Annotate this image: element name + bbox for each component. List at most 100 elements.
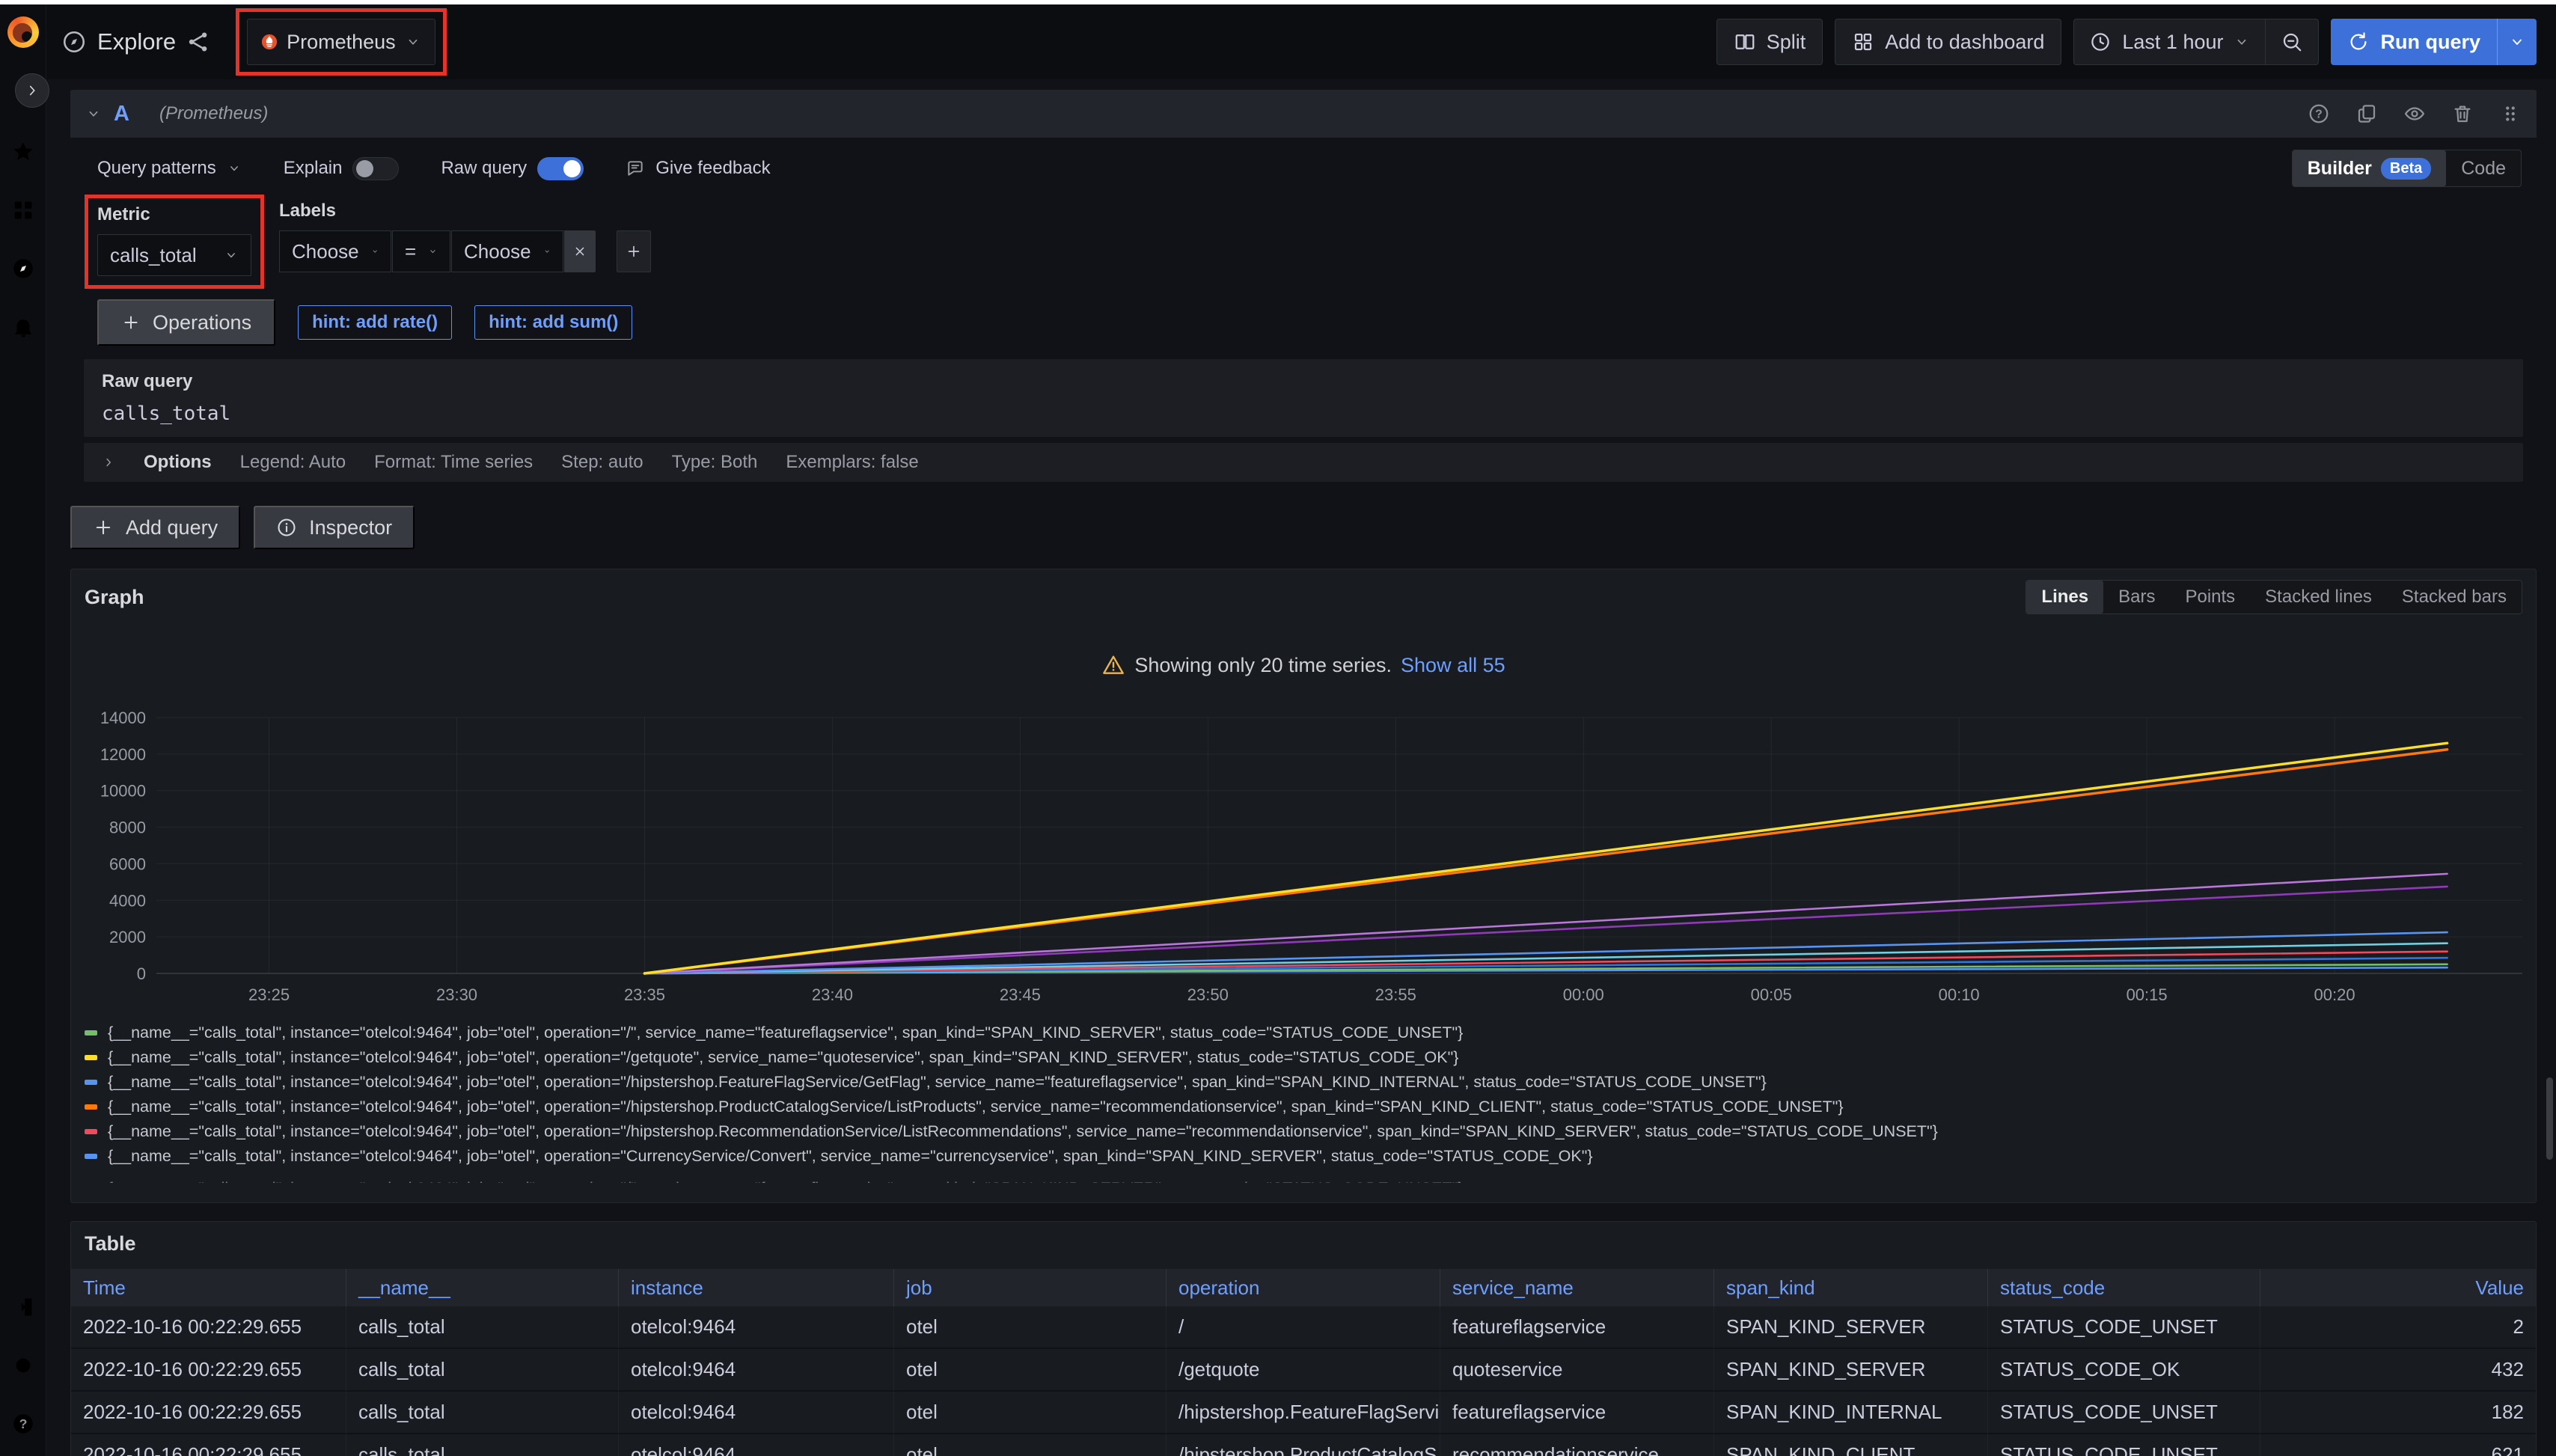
legend-item[interactable]: {__name__="calls_total", instance="otelc… bbox=[85, 1045, 2522, 1070]
info-circle-icon bbox=[276, 517, 297, 538]
legend-item[interactable]: {__name__="calls_total", instance="otelc… bbox=[85, 1176, 2522, 1183]
graph-mode-stacked-lines[interactable]: Stacked lines bbox=[2250, 581, 2387, 614]
explore-content: A (Prometheus) Query patterns bbox=[46, 79, 2556, 1456]
grafana-logo[interactable] bbox=[7, 16, 39, 48]
duplicate-query-icon[interactable] bbox=[2355, 103, 2378, 125]
sidebar-expand-button[interactable] bbox=[15, 73, 49, 108]
add-query-button[interactable]: Add query bbox=[70, 506, 240, 549]
explain-toggle[interactable] bbox=[352, 157, 399, 180]
drag-handle-icon[interactable] bbox=[2499, 103, 2522, 125]
table-cell: /getquote bbox=[1167, 1349, 1440, 1392]
raw-query-toggle[interactable] bbox=[537, 157, 584, 180]
svg-text:00:15: 00:15 bbox=[2127, 985, 2168, 1004]
query-help-icon[interactable] bbox=[2308, 103, 2330, 125]
alerting-bell-icon[interactable] bbox=[10, 314, 36, 340]
column-header-job[interactable]: job bbox=[894, 1269, 1167, 1306]
query-editor: A (Prometheus) Query patterns bbox=[70, 90, 2537, 492]
legend-label: {__name__="calls_total", instance="otelc… bbox=[108, 1179, 1463, 1183]
share-icon[interactable] bbox=[186, 29, 212, 55]
table-cell: STATUS_CODE_OK bbox=[1988, 1349, 2260, 1392]
run-query-button[interactable]: Run query bbox=[2331, 19, 2497, 65]
query-row-header[interactable]: A (Prometheus) bbox=[70, 90, 2537, 138]
add-label-filter-button[interactable] bbox=[617, 230, 651, 272]
column-header-time[interactable]: Time bbox=[71, 1269, 346, 1306]
legend-color-swatch bbox=[85, 1129, 97, 1134]
column-header-service_name[interactable]: service_name bbox=[1440, 1269, 1714, 1306]
legend-item[interactable]: {__name__="calls_total", instance="otelc… bbox=[85, 1119, 2522, 1144]
query-patterns-dropdown[interactable]: Query patterns bbox=[97, 158, 242, 179]
code-mode-button[interactable]: Code bbox=[2446, 150, 2521, 186]
comment-icon bbox=[626, 159, 645, 178]
settings-gear-icon[interactable] bbox=[10, 1353, 36, 1378]
builder-mode-button[interactable]: Builder Beta bbox=[2293, 150, 2446, 186]
option-summary-item: Format: Time series bbox=[374, 452, 533, 472]
add-operation-button[interactable]: Operations bbox=[97, 299, 275, 346]
graph-mode-lines[interactable]: Lines bbox=[2026, 581, 2103, 614]
dashboards-icon[interactable] bbox=[10, 198, 36, 223]
query-options-row[interactable]: Options Legend: AutoFormat: Time seriesS… bbox=[84, 443, 2523, 482]
table-cell: STATUS_CODE_UNSET bbox=[1988, 1434, 2260, 1456]
scrollbar-thumb[interactable] bbox=[2546, 1077, 2553, 1160]
datasource-picker[interactable]: Prometheus bbox=[247, 19, 435, 65]
label-value-select[interactable]: Choose bbox=[451, 230, 563, 272]
query-builder-body: Metric calls_total Labels bbox=[70, 195, 2537, 492]
query-datasource-hint: (Prometheus) bbox=[159, 103, 268, 124]
time-range-picker[interactable]: Last 1 hour bbox=[2074, 19, 2265, 64]
label-key-select[interactable]: Choose bbox=[279, 230, 391, 272]
legend-item[interactable]: {__name__="calls_total", instance="otelc… bbox=[85, 1095, 2522, 1119]
show-all-series-link[interactable]: Show all 55 bbox=[1401, 654, 1505, 677]
graph-mode-points[interactable]: Points bbox=[2170, 581, 2250, 614]
remove-query-icon[interactable] bbox=[2451, 103, 2474, 125]
time-series-chart[interactable]: 23:2523:3023:3523:4023:4523:5023:5500:00… bbox=[85, 710, 2522, 1013]
hint-add-sum-button[interactable]: hint: add sum() bbox=[474, 305, 632, 340]
explore-icon[interactable] bbox=[10, 256, 36, 281]
split-button[interactable]: Split bbox=[1716, 19, 1823, 65]
options-summary: Legend: AutoFormat: Time seriesStep: aut… bbox=[240, 452, 947, 473]
legend-item[interactable]: {__name__="calls_total", instance="otelc… bbox=[85, 1070, 2522, 1095]
prometheus-icon bbox=[261, 34, 278, 50]
option-summary-item: Step: auto bbox=[561, 452, 643, 472]
table-cell: /hipstershop.ProductCatalogS... bbox=[1167, 1434, 1440, 1456]
table-cell: calls_total bbox=[346, 1349, 619, 1392]
label-operator-select[interactable]: = bbox=[392, 230, 450, 272]
metric-select[interactable]: calls_total bbox=[97, 234, 251, 276]
warning-triangle-icon bbox=[1101, 653, 1125, 677]
annotation-box-datasource: Prometheus bbox=[236, 8, 447, 76]
query-ref-id: A bbox=[114, 102, 129, 126]
table-cell: otel bbox=[894, 1434, 1167, 1456]
add-to-dashboard-button[interactable]: Add to dashboard bbox=[1835, 19, 2061, 65]
hint-add-rate-button[interactable]: hint: add rate() bbox=[298, 305, 452, 340]
table-cell: otel bbox=[894, 1306, 1167, 1349]
give-feedback-link[interactable]: Give feedback bbox=[626, 158, 770, 179]
toggle-visibility-icon[interactable] bbox=[2403, 103, 2426, 125]
refresh-icon bbox=[2347, 31, 2370, 53]
run-query-interval-dropdown[interactable] bbox=[2497, 19, 2537, 65]
zoom-out-time-button[interactable] bbox=[2265, 19, 2318, 64]
sign-in-icon[interactable] bbox=[10, 1294, 36, 1320]
column-header-span_kind[interactable]: span_kind bbox=[1714, 1269, 1988, 1306]
chevron-down-icon bbox=[224, 248, 239, 263]
legend-item[interactable]: {__name__="calls_total", instance="otelc… bbox=[85, 1144, 2522, 1169]
legend-item[interactable]: {__name__="calls_total", instance="otelc… bbox=[85, 1021, 2522, 1045]
column-header-operation[interactable]: operation bbox=[1167, 1269, 1440, 1306]
inspector-button[interactable]: Inspector bbox=[254, 506, 415, 549]
starred-icon[interactable] bbox=[10, 139, 36, 165]
graph-mode-stacked-bars[interactable]: Stacked bars bbox=[2387, 581, 2522, 614]
graph-panel: Graph LinesBarsPointsStacked linesStacke… bbox=[70, 569, 2537, 1203]
remove-label-filter-button[interactable] bbox=[564, 230, 596, 272]
table-cell: /hipstershop.FeatureFlagServi... bbox=[1167, 1392, 1440, 1434]
column-header-instance[interactable]: instance bbox=[619, 1269, 894, 1306]
table-cell: 182 bbox=[2260, 1392, 2536, 1434]
column-header-value[interactable]: Value bbox=[2260, 1269, 2536, 1306]
help-icon[interactable] bbox=[10, 1411, 36, 1437]
table-cell: otel bbox=[894, 1349, 1167, 1392]
svg-text:23:45: 23:45 bbox=[1000, 985, 1041, 1004]
column-header-__name__[interactable]: __name__ bbox=[346, 1269, 619, 1306]
top-nav: Explore Prometheus Split Add to dashboar… bbox=[46, 4, 2556, 79]
graph-mode-bars[interactable]: Bars bbox=[2103, 581, 2170, 614]
raw-query-control: Raw query bbox=[441, 157, 584, 180]
column-header-status_code[interactable]: status_code bbox=[1988, 1269, 2260, 1306]
apps-grid-icon bbox=[1852, 31, 1874, 53]
legend-label: {__name__="calls_total", instance="otelc… bbox=[108, 1048, 1458, 1067]
svg-text:2000: 2000 bbox=[109, 928, 146, 946]
